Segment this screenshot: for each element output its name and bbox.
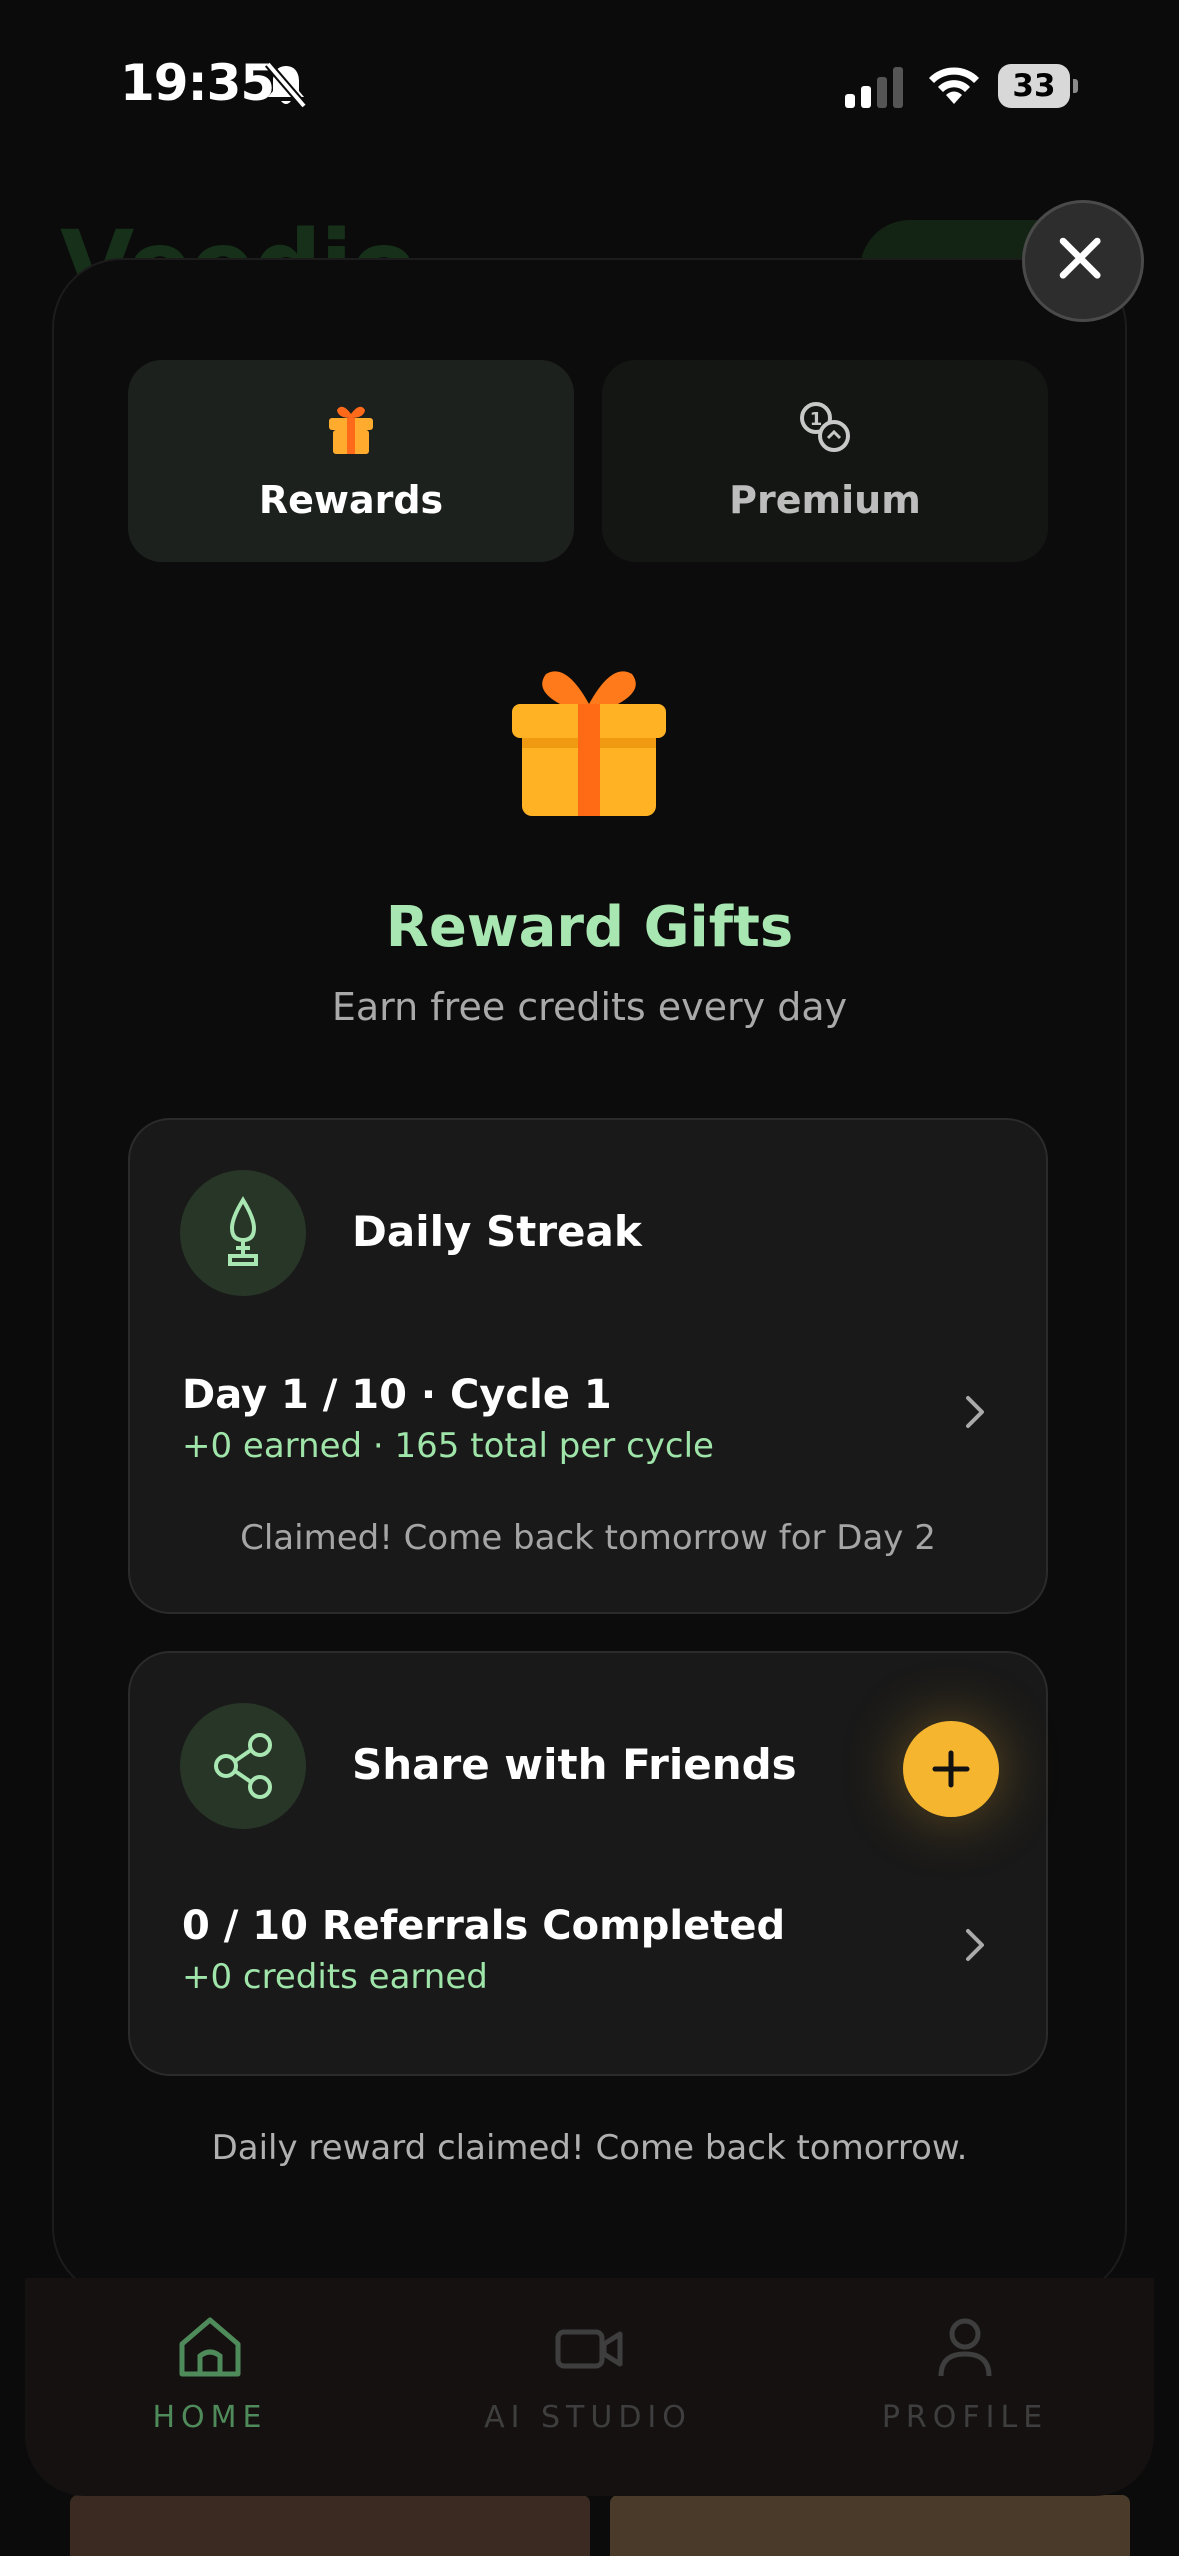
add-referral-button[interactable]	[903, 1721, 999, 1817]
home-icon	[179, 2317, 241, 2377]
nav-profile[interactable]: PROFILE	[835, 2300, 1095, 2460]
share-icon	[214, 1733, 272, 1799]
daily-streak-earned: +0 earned · 165 total per cycle	[182, 1426, 714, 1466]
background-thumbnail	[70, 2495, 590, 2556]
background-thumbnail	[610, 2495, 1130, 2556]
share-title: Share with Friends	[352, 1740, 797, 1789]
close-icon	[1059, 237, 1101, 279]
daily-streak-card[interactable]: Daily Streak Day 1 / 10 · Cycle 1 +0 ear…	[128, 1118, 1048, 1614]
nav-ai-studio-label: AI STUDIO	[484, 2400, 692, 2435]
status-bar: 19:35 33	[0, 0, 1179, 150]
battery-indicator: 33	[998, 64, 1078, 108]
daily-streak-title: Daily Streak	[352, 1207, 642, 1256]
nav-ai-studio[interactable]: AI STUDIO	[458, 2300, 718, 2460]
plus-icon	[932, 1750, 970, 1788]
share-icon-circle	[180, 1703, 306, 1829]
tab-rewards-label: Rewards	[258, 478, 444, 522]
svg-text:1: 1	[810, 409, 823, 430]
gift-icon	[329, 406, 373, 454]
page-title: Reward Gifts	[385, 895, 794, 960]
coins-icon: 1	[800, 402, 850, 452]
battery-level: 33	[1012, 68, 1056, 104]
nav-home[interactable]: HOME	[80, 2300, 340, 2460]
trophy-icon	[228, 1196, 258, 1266]
chevron-right-icon[interactable]	[960, 1923, 992, 1967]
tab-premium-label: Premium	[729, 478, 921, 522]
close-button[interactable]	[1022, 200, 1144, 322]
video-camera-icon	[555, 2329, 623, 2369]
cellular-signal-icon	[845, 67, 903, 108]
share-earned: +0 credits earned	[182, 1957, 488, 1997]
daily-streak-note: Claimed! Come back tomorrow for Day 2	[240, 1518, 936, 1558]
gift-hero-icon	[512, 671, 666, 816]
page-subtitle: Earn free credits every day	[331, 985, 848, 1029]
daily-reward-status: Daily reward claimed! Come back tomorrow…	[211, 2128, 968, 2168]
person-icon	[938, 2318, 992, 2377]
nav-home-label: HOME	[152, 2400, 268, 2435]
wifi-icon	[929, 67, 979, 104]
daily-streak-progress: Day 1 / 10 · Cycle 1	[182, 1372, 612, 1418]
chevron-right-icon[interactable]	[960, 1390, 992, 1434]
nav-profile-label: PROFILE	[881, 2400, 1049, 2435]
bell-muted-icon	[264, 61, 308, 109]
share-friends-card[interactable]: Share with Friends 0 / 10 Referrals Comp…	[128, 1651, 1048, 2076]
status-time: 19:35	[120, 54, 275, 112]
tab-rewards[interactable]: Rewards	[128, 360, 574, 562]
streak-icon-circle	[180, 1170, 306, 1296]
tab-premium[interactable]: 1 Premium	[602, 360, 1048, 562]
share-progress: 0 / 10 Referrals Completed	[182, 1903, 786, 1949]
